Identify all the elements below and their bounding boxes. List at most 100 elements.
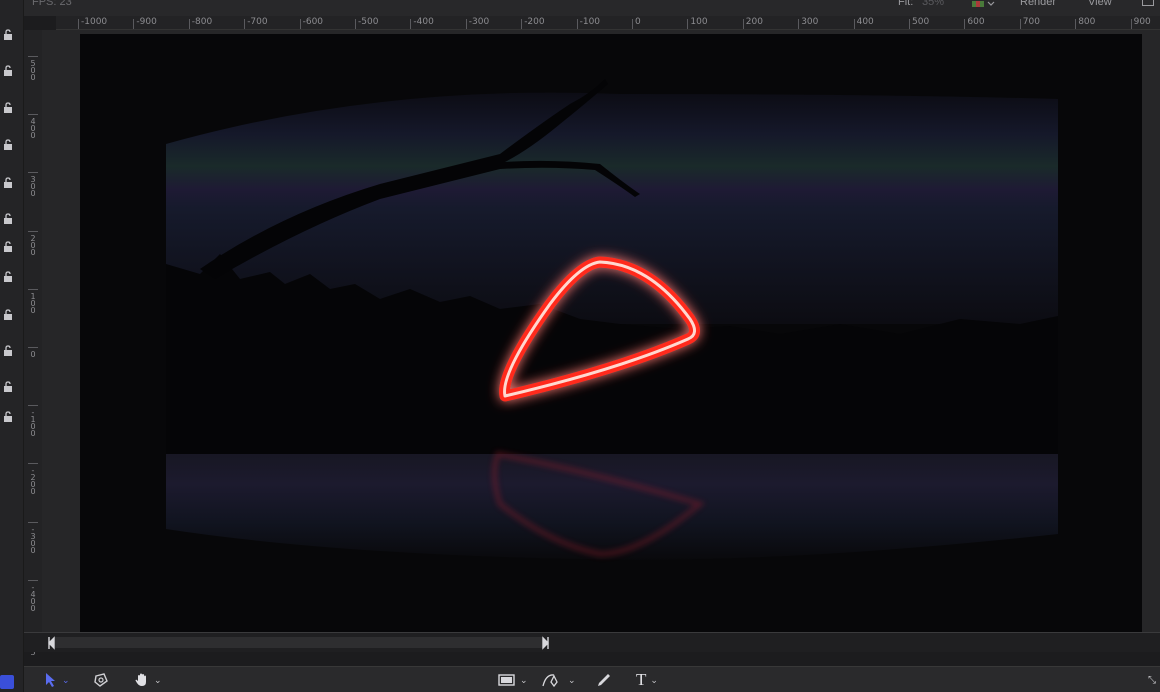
ruler-label: -900 [136,17,157,27]
chevron-down-icon: ⌄ [650,674,658,685]
lock-icon[interactable] [2,410,18,424]
ruler-tick [521,19,523,29]
ruler-tick [1075,19,1077,29]
expand-corner-icon[interactable]: ⤡ [1148,675,1156,686]
chevron-down-icon: ⌄ [154,674,162,685]
ruler-tick [687,19,689,29]
ruler-tick [465,19,467,29]
ruler-label: 300 [30,175,36,199]
lock-icon[interactable] [2,380,18,394]
ruler-tick [28,347,38,348]
canvas-toolbar: ⌄ ⌄ ⌄ ⌄ T ⌄ ⤡ [24,666,1160,692]
arrow-select-icon [46,673,55,687]
play-range-out-marker-icon[interactable] [541,636,549,650]
paint-tool-button[interactable] [596,670,612,690]
lock-icon[interactable] [2,212,18,226]
ruler-label: -300 [30,524,36,555]
canvas-area[interactable] [42,30,1160,632]
ruler-label: 300 [801,17,819,27]
ruler-label: 400 [30,117,36,141]
bezier-pen-icon [542,674,558,688]
ruler-tick [742,19,744,29]
ruler-tick [853,19,855,29]
ruler-label: -700 [247,17,268,27]
ruler-tick [632,19,633,29]
ruler-label: 800 [1078,17,1096,27]
viewer-layout-icon[interactable] [1142,0,1154,6]
ruler-label: 0 [30,350,36,359]
lock-icon[interactable] [2,240,18,254]
ruler-label: -800 [191,17,213,27]
viewer-header: FPS: 23 Fit: 35% Render View [24,0,1160,16]
ruler-tick [964,19,966,29]
rectangle-shape-icon [498,674,515,686]
chevron-down-icon: ⌄ [520,674,528,685]
ruler-tick [355,19,356,29]
ruler-label: -1000 [81,17,108,27]
scene-image [166,79,1058,560]
play-range-track[interactable] [54,637,544,648]
play-range-in-marker-icon[interactable] [48,636,56,650]
lock-icon[interactable] [2,176,18,190]
select-tool-button[interactable]: ⌄ [44,670,70,690]
ruler-tick [188,19,190,29]
ruler-tick [1019,19,1021,29]
ruler-tick [28,288,38,290]
ruler-label: -400 [413,17,434,27]
pan-tool-button[interactable]: ⌄ [134,670,162,690]
ruler-tick [133,19,135,29]
ruler-tick [909,19,910,29]
ruler-tick [28,230,38,232]
lock-icon[interactable] [2,270,18,284]
render-menu[interactable]: Render [1020,0,1056,8]
lock-icon[interactable] [2,64,18,78]
ruler-tick [28,114,38,116]
view-menu[interactable]: View [1088,0,1112,8]
fit-label: Fit: [898,0,914,8]
channel-swatch-icon[interactable] [972,0,995,8]
ruler-tick [798,19,800,29]
ruler-tick [28,521,38,523]
lock-icon[interactable] [2,101,18,115]
lock-icon[interactable] [2,28,18,42]
transform-orbit-icon [94,673,108,687]
ruler-tick [28,172,38,174]
lock-icon[interactable] [2,344,18,358]
ruler-tick [576,19,578,29]
ruler-tick [28,56,38,57]
ruler-tick [410,19,412,29]
hand-pan-icon [135,673,146,686]
ruler-label: -100 [30,408,36,439]
ruler-label: 100 [690,17,708,27]
chevron-down-icon: ⌄ [62,674,70,685]
pen-tool-button[interactable]: ⌄ [542,670,576,690]
fps-readout: FPS: 23 [32,0,72,8]
fit-zoom-dropdown[interactable]: 35% [922,0,944,8]
lock-icon[interactable] [2,308,18,322]
ruler-label: 100 [30,291,36,315]
ruler-label: 700 [1022,17,1040,27]
ruler-label: -300 [468,17,490,27]
ruler-label: 0 [635,17,641,27]
timeline-scrubber[interactable] [24,632,1160,652]
ruler-label: -100 [579,17,601,27]
chevron-down-icon: ⌄ [568,674,576,685]
lock-icon[interactable] [2,138,18,152]
ruler-label: 500 [912,17,930,27]
ruler-tick [28,579,38,581]
shape-tool-button[interactable]: ⌄ [498,670,528,690]
video-frame[interactable] [80,34,1142,632]
ruler-tick [299,19,301,29]
transform-tool-button[interactable] [92,670,110,690]
ruler-label: -200 [524,17,545,27]
layers-toggle-icon[interactable] [0,675,14,689]
ruler-tick [1130,19,1132,29]
layers-column [0,0,24,692]
ruler-label: -200 [30,466,36,497]
paint-stroke-icon [598,674,610,686]
ruler-label: 900 [1133,17,1151,27]
ruler-label: -500 [358,17,379,27]
ruler-label: 600 [967,17,985,27]
ruler-label: 200 [30,233,36,257]
text-tool-button[interactable]: T ⌄ [636,670,658,690]
